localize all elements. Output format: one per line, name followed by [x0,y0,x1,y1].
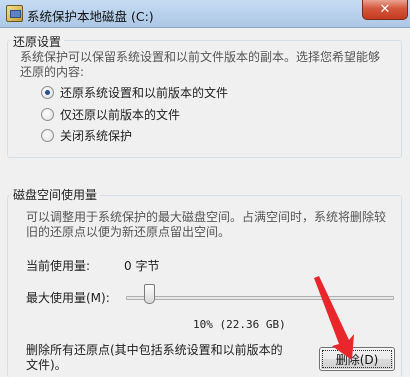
annotation-arrow [314,276,354,360]
